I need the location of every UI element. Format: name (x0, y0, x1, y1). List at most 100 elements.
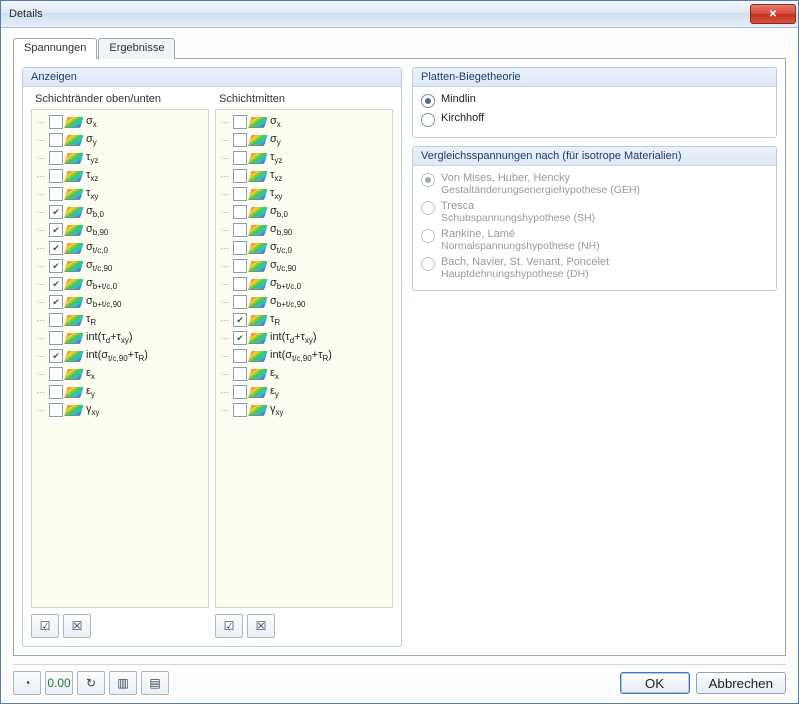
schichtmitten-item-row[interactable]: ⋯int(τd+τxy) (218, 329, 390, 347)
schichtmitten-item-label: int(σt/c,90+τR) (270, 349, 332, 363)
schichtraender-item-row[interactable]: ⋯int(σt/c,90+τR) (34, 347, 206, 365)
schichtraender-item-label: τyz (86, 151, 98, 165)
schichtmitten-item-row[interactable]: ⋯σb,90 (218, 221, 390, 239)
schichtraender-item-checkbox[interactable] (49, 241, 63, 255)
tab-ergebnisse[interactable]: Ergebnisse (98, 38, 175, 59)
schichtraender-item-row[interactable]: ⋯σb+t/c,90 (34, 293, 206, 311)
schichtmitten-item-checkbox[interactable] (233, 349, 247, 363)
schichtmitten-item-checkbox[interactable] (233, 169, 247, 183)
schichtmitten-item-row[interactable]: ⋯τxy (218, 185, 390, 203)
schichtraender-item-row[interactable]: ⋯σb+t/c,0 (34, 275, 206, 293)
schichtmitten-item-checkbox[interactable] (233, 331, 247, 345)
schichtraender-item-checkbox[interactable] (49, 295, 63, 309)
schichtmitten-item-row[interactable]: ⋯γxy (218, 401, 390, 419)
schichtraender-item-row[interactable]: ⋯σt/c,90 (34, 257, 206, 275)
radio-icon[interactable] (421, 113, 435, 127)
list-schichtmitten[interactable]: ⋯σx⋯σy⋯τyz⋯τxz⋯τxy⋯σb,0⋯σb,90⋯σt/c,0⋯σt/… (215, 109, 393, 608)
schichtraender-item-checkbox[interactable] (49, 367, 63, 381)
ok-button[interactable]: OK (620, 672, 690, 694)
radio-icon[interactable] (421, 94, 435, 108)
schichtmitten-item-row[interactable]: ⋯τR (218, 311, 390, 329)
schichtraender-item-checkbox[interactable] (49, 187, 63, 201)
schichtraender-item-checkbox[interactable] (49, 259, 63, 273)
schichtraender-item-checkbox[interactable] (49, 169, 63, 183)
layer-icon (248, 153, 267, 163)
export-button[interactable]: ▥ (109, 671, 137, 695)
platten-option[interactable]: Mindlin (421, 91, 768, 110)
schichtmitten-item-row[interactable]: ⋯εx (218, 365, 390, 383)
select-all-button-2[interactable]: ☑ (215, 614, 243, 638)
schichtmitten-item-row[interactable]: ⋯σt/c,0 (218, 239, 390, 257)
schichtmitten-item-row[interactable]: ⋯τyz (218, 149, 390, 167)
schichtmitten-item-row[interactable]: ⋯εy (218, 383, 390, 401)
schichtmitten-item-row[interactable]: ⋯σx (218, 113, 390, 131)
schichtmitten-item-row[interactable]: ⋯int(σt/c,90+τR) (218, 347, 390, 365)
schichtmitten-item-label: σb+t/c,90 (270, 295, 305, 309)
schichtraender-item-row[interactable]: ⋯σb,90 (34, 221, 206, 239)
select-all-button-1[interactable]: ☑ (31, 614, 59, 638)
vergleich-option-text: Bach, Navier, St. Venant, PonceletHauptd… (441, 256, 609, 280)
schichtmitten-item-row[interactable]: ⋯τxz (218, 167, 390, 185)
schichtmitten-item-checkbox[interactable] (233, 151, 247, 165)
schichtraender-item-checkbox[interactable] (49, 385, 63, 399)
schichtmitten-item-row[interactable]: ⋯σb+t/c,90 (218, 293, 390, 311)
select-none-button-1[interactable]: ☒ (63, 614, 91, 638)
vergleich-option-sublabel: Normalspannungshypothese (NH) (441, 240, 600, 252)
schichtmitten-item-checkbox[interactable] (233, 187, 247, 201)
schichtraender-item-row[interactable]: ⋯σx (34, 113, 206, 131)
schichtraender-item-checkbox[interactable] (49, 115, 63, 129)
schichtraender-item-row[interactable]: ⋯εx (34, 365, 206, 383)
layer-icon (248, 387, 267, 397)
units-button[interactable]: ↻ (77, 671, 105, 695)
schichtmitten-item-row[interactable]: ⋯σy (218, 131, 390, 149)
layout-button[interactable]: ▤ (141, 671, 169, 695)
list-schichtraender[interactable]: ⋯σx⋯σy⋯τyz⋯τxz⋯τxy⋯σb,0⋯σb,90⋯σt/c,0⋯σt/… (31, 109, 209, 608)
schichtraender-item-row[interactable]: ⋯σy (34, 131, 206, 149)
schichtraender-item-row[interactable]: ⋯int(τd+τxy) (34, 329, 206, 347)
select-none-button-2[interactable]: ☒ (247, 614, 275, 638)
decimals-button[interactable]: 0.00 (45, 671, 73, 695)
schichtraender-item-row[interactable]: ⋯τyz (34, 149, 206, 167)
help-button[interactable]: ◔ (13, 671, 41, 695)
close-button[interactable]: ✕ (750, 4, 796, 24)
schichtraender-item-row[interactable]: ⋯τxy (34, 185, 206, 203)
schichtmitten-item-checkbox[interactable] (233, 385, 247, 399)
schichtraender-item-checkbox[interactable] (49, 277, 63, 291)
schichtmitten-item-checkbox[interactable] (233, 223, 247, 237)
schichtraender-item-row[interactable]: ⋯τR (34, 311, 206, 329)
platten-option[interactable]: Kirchhoff (421, 110, 768, 129)
schichtraender-item-row[interactable]: ⋯γxy (34, 401, 206, 419)
schichtraender-item-checkbox[interactable] (49, 151, 63, 165)
schichtmitten-item-checkbox[interactable] (233, 277, 247, 291)
schichtraender-item-checkbox[interactable] (49, 205, 63, 219)
cancel-button[interactable]: Abbrechen (696, 672, 786, 694)
schichtraender-item-checkbox[interactable] (49, 133, 63, 147)
schichtraender-item-row[interactable]: ⋯σt/c,0 (34, 239, 206, 257)
schichtraender-item-checkbox[interactable] (49, 223, 63, 237)
tree-dash-icon: ⋯ (220, 207, 230, 217)
schichtraender-item-checkbox[interactable] (49, 313, 63, 327)
schichtmitten-item-checkbox[interactable] (233, 133, 247, 147)
schichtmitten-item-checkbox[interactable] (233, 205, 247, 219)
schichtraender-item-checkbox[interactable] (49, 349, 63, 363)
schichtraender-item-row[interactable]: ⋯τxz (34, 167, 206, 185)
schichtraender-item-row[interactable]: ⋯εy (34, 383, 206, 401)
schichtmitten-item-checkbox[interactable] (233, 115, 247, 129)
schichtraender-item-label: σt/c,0 (86, 241, 108, 255)
vergleich-option-label: Rankine, Lamé (441, 228, 600, 240)
schichtraender-item-checkbox[interactable] (49, 403, 63, 417)
schichtmitten-item-row[interactable]: ⋯σb,0 (218, 203, 390, 221)
schichtmitten-item-checkbox[interactable] (233, 295, 247, 309)
schichtmitten-item-checkbox[interactable] (233, 241, 247, 255)
schichtmitten-item-checkbox[interactable] (233, 367, 247, 381)
vergleich-option: Bach, Navier, St. Venant, PonceletHauptd… (421, 254, 768, 282)
schichtmitten-item-row[interactable]: ⋯σb+t/c,0 (218, 275, 390, 293)
layer-icon (64, 189, 83, 199)
schichtmitten-item-checkbox[interactable] (233, 313, 247, 327)
schichtmitten-item-checkbox[interactable] (233, 403, 247, 417)
schichtmitten-item-row[interactable]: ⋯σt/c,90 (218, 257, 390, 275)
schichtraender-item-row[interactable]: ⋯σb,0 (34, 203, 206, 221)
schichtraender-item-checkbox[interactable] (49, 331, 63, 345)
tab-spannungen[interactable]: Spannungen (13, 38, 97, 59)
schichtmitten-item-checkbox[interactable] (233, 259, 247, 273)
